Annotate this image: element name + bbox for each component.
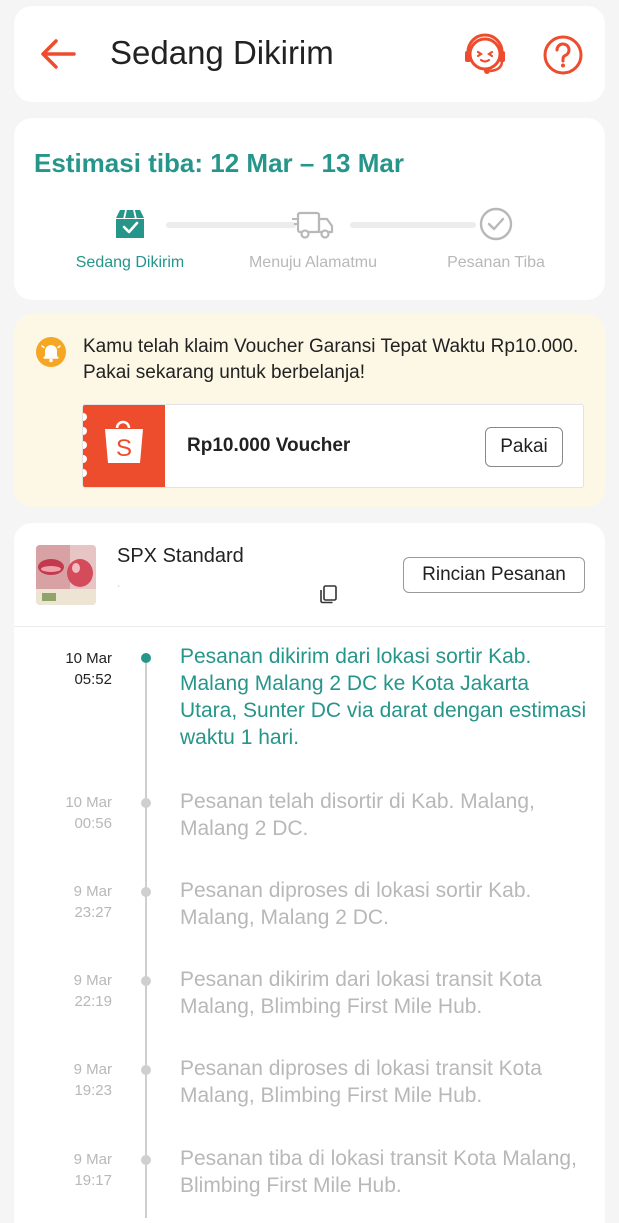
- progress-line: [350, 222, 476, 228]
- order-details-button[interactable]: Rincian Pesanan: [403, 557, 585, 593]
- event-time: 23:27: [74, 904, 112, 921]
- voucher-ticket[interactable]: S Rp10.000 Voucher Pakai: [82, 404, 584, 488]
- event-description: Pesanan diproses di lokasi sortir Kab. M…: [180, 879, 532, 929]
- event-day: 9 Mar: [73, 883, 112, 900]
- shopee-logo-icon: S: [116, 435, 132, 462]
- event-date: 9 Mar 23:27: [34, 881, 112, 923]
- event-date: 10 Mar 00:56: [34, 792, 112, 834]
- voucher-stub: S: [83, 405, 165, 487]
- delivery-estimate-card: Estimasi tiba: 12 Mar – 13 Mar Sedang Di…: [14, 118, 605, 300]
- voucher-message: Kamu telah klaim Voucher Garansi Tepat W…: [83, 336, 579, 383]
- timeline-dot: [141, 1155, 151, 1165]
- event-date: 10 Mar 05:52: [34, 648, 112, 690]
- event-time: 22:19: [74, 993, 112, 1010]
- progress-line: [166, 222, 296, 228]
- event-date: 9 Mar 22:19: [34, 970, 112, 1012]
- event-time: 19:17: [74, 1172, 112, 1189]
- event-day: 9 Mar: [73, 972, 112, 989]
- use-voucher-button[interactable]: Pakai: [485, 427, 563, 467]
- event-date: 9 Mar 19:23: [34, 1059, 112, 1101]
- event-time: 05:52: [74, 671, 112, 688]
- event-time: 00:56: [74, 815, 112, 832]
- voucher-notice-card: Kamu telah klaim Voucher Garansi Tepat W…: [14, 314, 605, 507]
- help-icon[interactable]: [542, 34, 584, 76]
- divider: [14, 626, 605, 627]
- check-circle-icon: [478, 206, 514, 242]
- event-description: Pesanan dikirim dari lokasi transit Kota…: [180, 968, 542, 1018]
- product-thumbnail: [36, 545, 96, 605]
- back-arrow-icon[interactable]: [36, 32, 80, 76]
- tracking-number: `: [117, 585, 122, 596]
- truck-icon: [292, 206, 336, 242]
- page-title: Sedang Dikirim: [110, 34, 334, 71]
- event-description: Pesanan tiba di lokasi transit Kota Mala…: [180, 1147, 577, 1197]
- estimated-arrival: Estimasi tiba: 12 Mar – 13 Mar: [34, 148, 404, 178]
- tracking-card: SPX Standard ` Rincian Pesanan 10 Mar 05…: [14, 523, 605, 1223]
- customer-service-icon[interactable]: [460, 30, 510, 80]
- timeline-dot: [141, 1065, 151, 1075]
- timeline-dot: [141, 976, 151, 986]
- package-icon: [112, 206, 148, 242]
- carrier-name: SPX Standard: [117, 545, 244, 567]
- step-label-on-the-way: Menuju Alamatmu: [248, 254, 378, 271]
- timeline-dot: [141, 653, 151, 663]
- event-day: 10 Mar: [65, 794, 112, 811]
- bell-icon: [36, 337, 66, 367]
- timeline-dot: [141, 798, 151, 808]
- timeline-dot: [141, 887, 151, 897]
- event-date: 9 Mar 19:17: [34, 1149, 112, 1191]
- step-label-shipping: Sedang Dikirim: [75, 254, 185, 271]
- event-description: Pesanan telah disortir di Kab. Malang, M…: [180, 790, 535, 840]
- voucher-label: Rp10.000 Voucher: [187, 435, 351, 456]
- event-day: 9 Mar: [73, 1151, 112, 1168]
- top-bar: Sedang Dikirim: [14, 6, 605, 102]
- event-day: 10 Mar: [65, 650, 112, 667]
- event-description: Pesanan diproses di lokasi transit Kota …: [180, 1057, 542, 1107]
- copy-icon[interactable]: [318, 584, 338, 604]
- timeline-line: [145, 658, 147, 1218]
- step-label-delivered: Pesanan Tiba: [447, 254, 545, 271]
- event-time: 19:23: [74, 1082, 112, 1099]
- event-day: 9 Mar: [73, 1061, 112, 1078]
- event-description: Pesanan dikirim dari lokasi sortir Kab. …: [180, 645, 587, 749]
